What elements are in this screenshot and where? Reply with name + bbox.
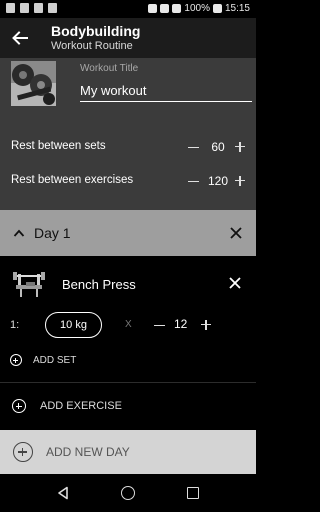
- exercise-name: Bench Press: [62, 277, 136, 292]
- signal-icon: [172, 4, 182, 13]
- set-times-symbol: X: [125, 319, 132, 330]
- reps-value: 12: [174, 317, 188, 331]
- rest-between-exercises-row: Rest between exercises 120: [0, 171, 256, 191]
- workout-photo[interactable]: [11, 61, 56, 106]
- divider: [0, 382, 256, 383]
- dumbbell-photo-icon: [11, 61, 56, 106]
- navigation-bar: [0, 474, 256, 512]
- add-circle-icon: [12, 399, 26, 413]
- image-icon: [20, 3, 29, 13]
- app-title: Bodybuilding: [51, 23, 141, 39]
- battery-percent: 100%: [184, 3, 210, 14]
- rest-between-exercises-label: Rest between exercises: [11, 174, 134, 186]
- clock: 15:15: [224, 3, 250, 14]
- nav-home-icon[interactable]: [121, 486, 135, 500]
- rest-exercises-decrement-button[interactable]: [188, 175, 200, 187]
- add-circle-icon: [10, 354, 22, 366]
- notification-icon: [48, 3, 57, 13]
- rest-sets-increment-button[interactable]: [235, 141, 247, 153]
- workout-title-label: Workout Title: [80, 63, 139, 74]
- rest-exercises-value: 120: [207, 174, 229, 188]
- workout-settings-panel: Workout Title Rest between sets 60 Rest …: [0, 58, 256, 210]
- add-new-day-label: ADD NEW DAY: [46, 445, 130, 459]
- app-bar: Bodybuilding Workout Routine: [0, 18, 256, 58]
- rest-between-sets-row: Rest between sets 60: [0, 137, 256, 157]
- message-icon: [6, 3, 15, 13]
- rest-between-sets-label: Rest between sets: [11, 140, 106, 152]
- status-bar: 100% 15:15: [0, 0, 256, 18]
- weight-input[interactable]: 10 kg: [45, 312, 102, 338]
- day-label: Day 1: [34, 225, 71, 241]
- remove-exercise-close-icon[interactable]: [228, 276, 242, 290]
- reps-increment-button[interactable]: [201, 319, 213, 331]
- wifi-icon: [160, 4, 170, 13]
- set-index: 1:: [10, 319, 20, 331]
- chevron-up-icon[interactable]: [13, 228, 25, 238]
- add-set-button[interactable]: ADD SET: [10, 352, 76, 368]
- nav-back-icon[interactable]: [56, 486, 70, 500]
- battery-icon: [212, 4, 222, 13]
- bench-press-icon: [13, 272, 45, 297]
- add-exercise-button[interactable]: ADD EXERCISE: [12, 398, 122, 414]
- app-subtitle: Workout Routine: [51, 40, 133, 52]
- add-new-day-button[interactable]: ADD NEW DAY: [0, 430, 256, 474]
- alarm-icon: [148, 4, 158, 13]
- close-icon[interactable]: [228, 225, 244, 241]
- rest-sets-value: 60: [211, 140, 225, 154]
- nav-recents-icon[interactable]: [187, 487, 199, 499]
- back-button[interactable]: [10, 28, 30, 48]
- reps-decrement-button[interactable]: [154, 319, 166, 331]
- workout-title-input[interactable]: [80, 80, 252, 102]
- day-header[interactable]: Day 1: [0, 210, 256, 256]
- status-system: 100% 15:15: [148, 3, 250, 14]
- add-circle-icon: [13, 442, 33, 462]
- exercise-section: Bench Press 1: 10 kg X 12 ADD SET ADD EX…: [0, 256, 256, 426]
- add-set-label: ADD SET: [33, 354, 77, 366]
- sim-icon: [34, 3, 43, 13]
- rest-exercises-increment-button[interactable]: [235, 175, 247, 187]
- rest-sets-decrement-button[interactable]: [188, 141, 200, 153]
- add-exercise-label: ADD EXERCISE: [40, 400, 122, 412]
- status-notifications: [6, 3, 57, 13]
- arrow-back-icon: [12, 31, 28, 45]
